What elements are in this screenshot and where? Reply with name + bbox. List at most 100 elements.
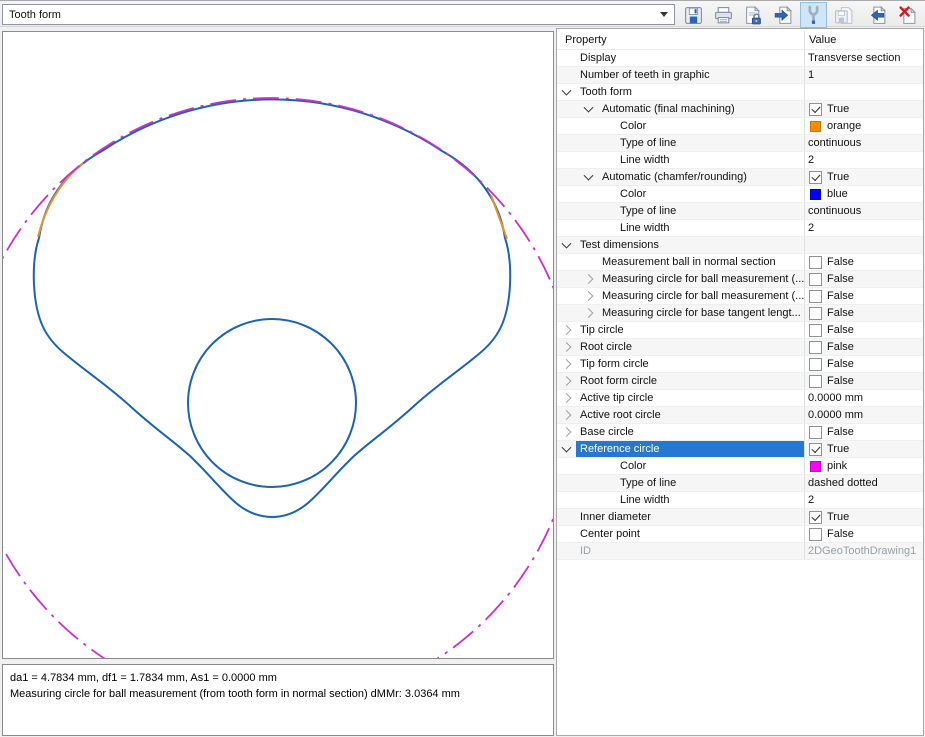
save-button[interactable] <box>680 2 707 28</box>
property-row[interactable]: Measuring circle for base tangent lengt.… <box>557 305 923 322</box>
view-selector-dropdown[interactable]: Tooth form <box>2 4 675 25</box>
property-cell: Type of line <box>557 203 804 219</box>
chevron-down-icon[interactable] <box>562 86 572 96</box>
property-row[interactable]: Active tip circle0.0000 mm <box>557 390 923 407</box>
checkbox-unchecked[interactable] <box>809 375 822 388</box>
property-row[interactable]: Measuring circle for ball measurement (.… <box>557 271 923 288</box>
property-row[interactable]: Colorpink <box>557 458 923 475</box>
property-row[interactable]: Measuring circle for ball measurement (.… <box>557 288 923 305</box>
checkbox-checked[interactable] <box>809 443 822 456</box>
property-row[interactable]: Type of line continuous <box>557 203 923 220</box>
print-button[interactable] <box>710 2 737 28</box>
property-row[interactable]: Line width2 <box>557 492 923 509</box>
checkbox-unchecked[interactable] <box>809 341 822 354</box>
chevron-right-icon[interactable] <box>584 308 594 318</box>
color-swatch[interactable] <box>810 189 821 200</box>
checkbox-unchecked[interactable] <box>809 307 822 320</box>
property-row[interactable]: Base circleFalse <box>557 424 923 441</box>
delete-button[interactable] <box>894 2 921 28</box>
chevron-right-icon[interactable] <box>562 342 572 352</box>
property-label: Display <box>580 52 616 64</box>
property-cell: Measuring circle for base tangent lengt.… <box>557 305 804 321</box>
checkbox-checked[interactable] <box>809 103 822 116</box>
settings-button[interactable] <box>800 2 827 28</box>
property-row[interactable]: Tip form circleFalse <box>557 356 923 373</box>
property-row[interactable]: Automatic (chamfer/rounding)True <box>557 169 923 186</box>
value-text: False <box>827 273 854 285</box>
property-row[interactable]: Center pointFalse <box>557 526 923 543</box>
checkbox-unchecked[interactable] <box>809 358 822 371</box>
checkbox-unchecked[interactable] <box>809 528 822 541</box>
chevron-right-icon[interactable] <box>584 291 594 301</box>
property-row[interactable]: Colororange <box>557 118 923 135</box>
color-swatch[interactable] <box>810 121 821 132</box>
checkbox-checked[interactable] <box>809 511 822 524</box>
chevron-down-icon[interactable] <box>562 239 572 249</box>
value-cell: blue <box>804 186 923 202</box>
checkbox-unchecked[interactable] <box>809 290 822 303</box>
property-row[interactable]: Test dimensions <box>557 237 923 254</box>
property-row[interactable]: Tip circle False <box>557 322 923 339</box>
checkbox-unchecked[interactable] <box>809 426 822 439</box>
inner-diameter-circle <box>188 319 356 487</box>
property-row[interactable]: Active root circle0.0000 mm <box>557 407 923 424</box>
chevron-right-icon[interactable] <box>562 393 572 403</box>
property-cell: Type of line <box>557 475 804 491</box>
property-row[interactable]: Automatic (final machining)True <box>557 101 923 118</box>
property-row[interactable]: Line width2 <box>557 220 923 237</box>
property-row[interactable]: Root circleFalse <box>557 339 923 356</box>
value-text: Transverse section <box>808 52 901 64</box>
value-cell: 2 <box>804 152 923 168</box>
property-row[interactable]: Line width2 <box>557 152 923 169</box>
export-button[interactable] <box>770 2 797 28</box>
value-text: False <box>827 324 854 336</box>
property-row[interactable]: Measurement ball in normal sectionFalse <box>557 254 923 271</box>
value-text: orange <box>827 120 861 132</box>
property-row[interactable]: Inner diameterTrue <box>557 509 923 526</box>
chevron-right-icon[interactable] <box>562 410 572 420</box>
checkbox-checked[interactable] <box>809 171 822 184</box>
chevron-right-icon[interactable] <box>584 274 594 284</box>
value-cell <box>804 84 923 100</box>
tooth-form-canvas[interactable] <box>2 31 554 659</box>
value-cell: 0.0000 mm <box>804 390 923 406</box>
chevron-down-icon[interactable] <box>584 171 594 181</box>
checkbox-unchecked[interactable] <box>809 256 822 269</box>
property-label: Tip form circle <box>580 358 649 370</box>
save-as-button[interactable] <box>830 2 857 28</box>
chevron-right-icon[interactable] <box>562 359 572 369</box>
property-label: Root form circle <box>580 375 657 387</box>
view-selector-value: Tooth form <box>3 9 660 21</box>
color-swatch[interactable] <box>810 461 821 472</box>
tooth-form-drawing <box>3 32 553 658</box>
chevron-right-icon[interactable] <box>562 427 572 437</box>
property-row[interactable]: Display Transverse section <box>557 50 923 67</box>
property-row[interactable]: Number of teeth in graphic1 <box>557 67 923 84</box>
property-row[interactable]: ID2DGeoToothDrawing1 <box>557 543 923 560</box>
checkbox-unchecked[interactable] <box>809 273 822 286</box>
property-row[interactable]: Root form circleFalse <box>557 373 923 390</box>
property-row[interactable]: Colorblue <box>557 186 923 203</box>
property-label: Measuring circle for ball measurement (.… <box>602 290 804 302</box>
checkbox-unchecked[interactable] <box>809 324 822 337</box>
property-cell: Measuring circle for ball measurement (.… <box>557 271 804 287</box>
property-cell: Tip circle <box>557 322 804 338</box>
column-header-property: Property <box>557 34 804 46</box>
value-cell: 1 <box>804 67 923 83</box>
value-cell: 2 <box>804 220 923 236</box>
property-label: Automatic (chamfer/rounding) <box>602 171 747 183</box>
report-lock-button[interactable] <box>740 2 767 28</box>
property-row[interactable]: Reference circleTrue <box>557 441 923 458</box>
chevron-down-icon[interactable] <box>562 443 572 453</box>
chevron-down-icon[interactable] <box>584 103 594 113</box>
property-row[interactable]: Tooth form <box>557 84 923 101</box>
property-row[interactable]: Type of linedashed dotted <box>557 475 923 492</box>
import-button[interactable] <box>864 2 891 28</box>
value-text: continuous <box>808 205 861 217</box>
value-cell <box>804 237 923 253</box>
property-row[interactable]: Type of linecontinuous <box>557 135 923 152</box>
property-label: Measuring circle for ball measurement (.… <box>602 273 804 285</box>
chevron-right-icon[interactable] <box>562 325 572 335</box>
chevron-right-icon[interactable] <box>562 376 572 386</box>
value-cell: continuous <box>804 135 923 151</box>
